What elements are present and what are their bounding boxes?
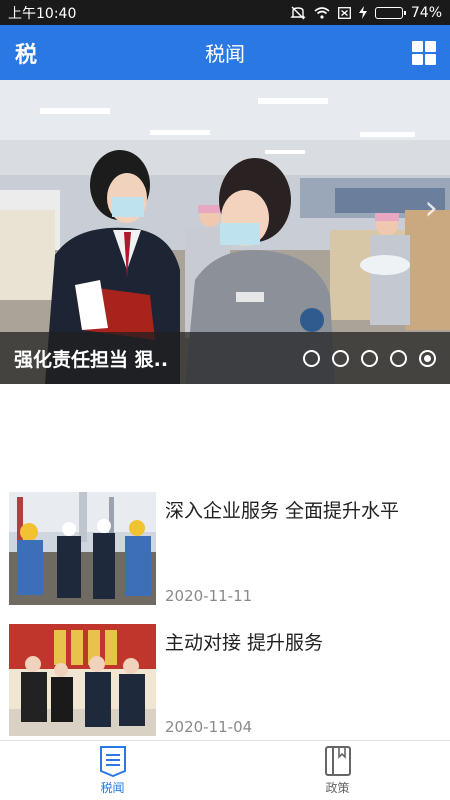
list-item[interactable]: 深入企业服务 全面提升水平 2020-11-11	[0, 492, 450, 609]
nav-tab-policy[interactable]: 政策	[225, 741, 450, 800]
tax-logo-icon[interactable]: 税	[12, 39, 40, 68]
status-time: 上午10:40	[8, 5, 77, 22]
news-title[interactable]: 深入企业服务 全面提升水平	[165, 496, 399, 523]
status-icons: 74%	[290, 5, 442, 21]
banner-caption[interactable]: 强化责任担当 狠..	[14, 345, 168, 372]
carousel-dot[interactable]	[390, 349, 407, 367]
banner-caption-bar: 强化责任担当 狠..	[0, 332, 450, 384]
carousel-dot[interactable]	[361, 349, 378, 367]
bottom-navigation: 税闻 政策	[0, 740, 450, 800]
battery-icon	[374, 6, 406, 19]
chevron-right-icon[interactable]: ›	[424, 188, 438, 228]
carousel-dot[interactable]	[332, 349, 349, 367]
header: 税 税闻	[0, 25, 450, 80]
banner-carousel[interactable]: › 强化责任担当 狠..	[0, 80, 450, 384]
nav-label-news: 税闻	[100, 781, 125, 795]
mute-icon	[290, 6, 306, 20]
news-thumbnail	[9, 624, 156, 736]
carousel-dot[interactable]	[303, 349, 320, 367]
grid-menu-icon[interactable]	[412, 41, 436, 65]
status-bar: 上午10:40 74%	[0, 0, 450, 25]
nav-label-policy: 政策	[325, 781, 350, 795]
news-date: 2020-11-11	[165, 587, 253, 605]
sim-icon	[337, 6, 351, 19]
carousel-indicators	[303, 349, 436, 367]
carousel-dot-active[interactable]	[419, 349, 436, 367]
policy-book-icon	[324, 746, 351, 776]
charging-icon	[358, 6, 367, 19]
page-title: 税闻	[205, 42, 245, 66]
list-item[interactable]: 主动对接 提升服务 2020-11-04	[0, 624, 450, 740]
news-title[interactable]: 主动对接 提升服务	[165, 628, 323, 655]
news-thumbnail	[9, 492, 156, 605]
battery-percent: 74%	[410, 4, 442, 21]
news-date: 2020-11-04	[165, 718, 253, 736]
nav-tab-news[interactable]: 税闻	[0, 741, 225, 800]
news-icon	[99, 746, 126, 777]
wifi-icon	[314, 6, 330, 19]
